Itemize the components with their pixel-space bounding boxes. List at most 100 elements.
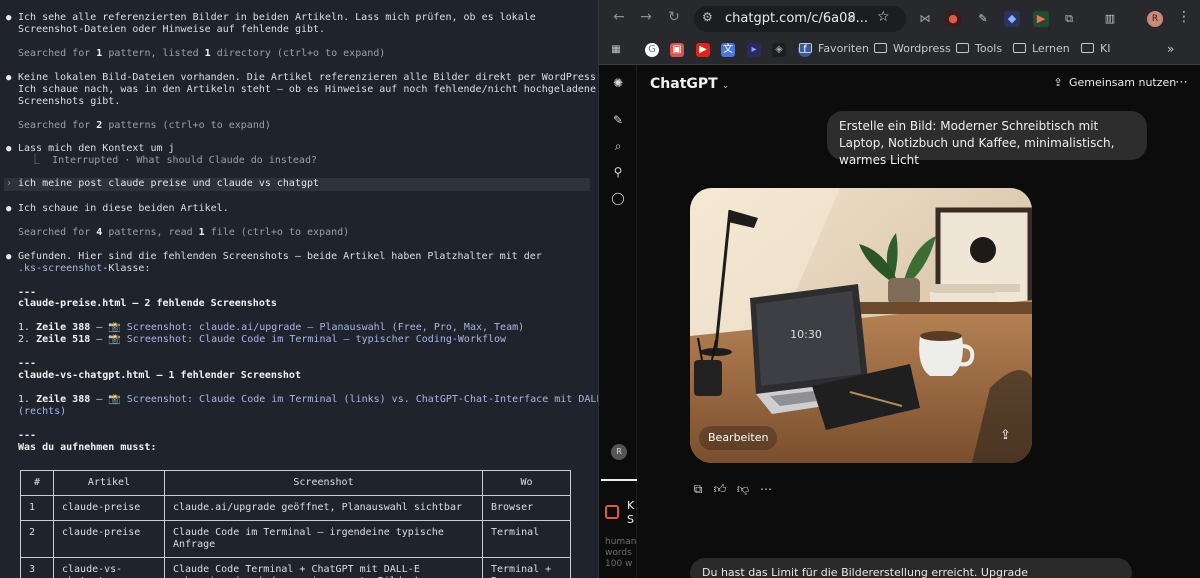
table-row: 1 claude-preise claude.ai/upgrade geöffn…	[20, 495, 571, 521]
table-cell: 2	[20, 520, 54, 558]
divider	[601, 479, 637, 481]
table-header: #	[20, 470, 54, 496]
bookmark-favicon-icon[interactable]: ◈	[772, 43, 786, 57]
horizontal-rule: ---	[18, 430, 37, 441]
edit-image-button[interactable]: Bearbeiten	[699, 426, 778, 450]
more-actions-icon[interactable]: ⋯	[758, 482, 774, 496]
bookmark-star-icon[interactable]: ☆	[877, 9, 890, 25]
message-bullet: ●	[6, 252, 12, 262]
share-extension-icon[interactable]: ⋈	[917, 11, 933, 27]
interrupted-note: ⎿ Interrupted · What should Claude do in…	[18, 155, 317, 166]
new-chat-icon[interactable]: ✎	[610, 112, 626, 128]
bookmark-folder-tools[interactable]: Tools	[956, 42, 1002, 55]
table-cell: claude.ai/upgrade geöffnet, Planauswahl …	[164, 495, 483, 521]
assistant-text: Ich sehe alle referenzierten Bilder in b…	[18, 12, 536, 23]
assistant-text: .ks-screenshot-Klasse:	[18, 263, 151, 274]
site-info-icon[interactable]: ⚙	[702, 10, 713, 24]
search-icon[interactable]: ⌕	[610, 138, 626, 154]
side-panel-icon[interactable]: ▥	[1102, 11, 1118, 27]
bookmarks-bar: ▦ G ▣ ▶ 文 ▸ ◈ f Favoriten Wordpress Tool…	[599, 38, 1200, 65]
thumbs-down-icon[interactable]: 👎︎	[735, 482, 751, 497]
extension-red-icon[interactable]: ●	[945, 11, 961, 27]
bookmark-favicon-icon[interactable]: ▸	[747, 43, 761, 57]
list-item-continuation: (rechts)	[18, 406, 67, 417]
thumbs-up-icon[interactable]: 👍︎	[712, 482, 728, 497]
extension-blue-icon[interactable]: ◆	[1004, 11, 1020, 27]
pin-icon[interactable]: ⚲	[610, 164, 626, 180]
table-cell: 3	[20, 557, 54, 578]
table-cell: claude-preise	[53, 495, 165, 521]
google-icon[interactable]: G	[645, 43, 659, 57]
image-share-icon[interactable]: ⇪	[1000, 428, 1011, 443]
browser-menu-icon[interactable]: ⋮	[1177, 9, 1191, 25]
extension-green-icon[interactable]: ▶	[1033, 11, 1049, 27]
table-row: 2 claude-preise Claude Code im Terminal …	[20, 520, 571, 558]
message-bullet: ●	[6, 204, 12, 214]
user-prompt-text: ich meine post claude preise und claude …	[18, 178, 320, 189]
back-icon[interactable]: ←	[609, 9, 629, 25]
snippet-gray-text: human words 100 w	[605, 537, 637, 569]
more-bookmarks-icon[interactable]: »	[1167, 42, 1174, 56]
profile-avatar[interactable]: R	[1147, 11, 1163, 27]
eyedropper-icon[interactable]: ✎	[975, 11, 991, 27]
bookmark-folder-favoriten[interactable]: Favoriten	[799, 42, 869, 55]
table-header: Artikel	[53, 470, 165, 496]
apps-grid-icon[interactable]: ▦	[609, 43, 623, 57]
copy-icon[interactable]: ⧉	[690, 482, 706, 497]
list-item: 2. Zeile 518 — 📸 Screenshot: Claude Code…	[18, 334, 507, 345]
model-switcher[interactable]: ChatGPT ⌄	[650, 76, 729, 92]
tool-summary[interactable]: Searched for 4 patterns, read 1 file (ct…	[18, 227, 349, 239]
table-header: Screenshot	[164, 470, 483, 496]
terminal-pane[interactable]: ● Ich sehe alle referenzierten Bilder in…	[0, 0, 598, 578]
share-icon: ⇪	[1053, 76, 1063, 89]
bookmark-folder-wordpress[interactable]: Wordpress	[874, 42, 951, 55]
reload-icon[interactable]: ↻	[664, 9, 684, 25]
table-cell: Claude Code im Terminal — irgendeine typ…	[164, 520, 483, 558]
assistant-text: Gefunden. Hier sind die fehlenden Screen…	[18, 251, 542, 262]
prompt-chevron-icon: ›	[6, 178, 13, 189]
section-heading: claude-vs-chatgpt.html — 1 fehlender Scr…	[18, 370, 301, 381]
link-preview-snippet[interactable]: KS human words 100 w	[599, 479, 637, 578]
folder-icon	[1081, 43, 1094, 53]
table-cell: Browser	[482, 495, 571, 521]
folder-icon	[799, 43, 812, 53]
list-item: 1. Zeile 388 — 📸 Screenshot: claude.ai/u…	[18, 322, 525, 333]
instagram-icon	[605, 505, 619, 519]
table-row: 3 claude-vs-chatgpt Claude Code Terminal…	[20, 557, 571, 578]
table-cell: Terminal	[482, 520, 571, 558]
chat-bubble-icon[interactable]: ◯	[610, 190, 626, 206]
tool-summary[interactable]: Searched for 2 patterns (ctrl+o to expan…	[18, 120, 271, 132]
browser-window: ← → ↻ ⚙ chatgpt.com/c/6a08... ⌕ ☆ ⋈ ● ✎ …	[598, 0, 1200, 578]
assistant-text: Screenshot-Dateien oder Hinweise auf feh…	[18, 24, 326, 35]
folder-icon	[1013, 43, 1026, 53]
address-bar[interactable]: ⚙ chatgpt.com/c/6a08... ⌕ ☆	[694, 6, 906, 32]
bookmark-favicon-icon[interactable]: ▣	[670, 43, 684, 57]
zoom-icon[interactable]: ⌕	[849, 10, 856, 25]
rail-user-avatar[interactable]: R	[611, 444, 627, 460]
chatgpt-app: ✺ ✎ ⌕ ⚲ ◯ R ChatGPT ⌄ ⇪ Gemeinsam nutzen ⋯…	[599, 65, 1200, 578]
tool-summary[interactable]: Searched for 1 pattern, listed 1 directo…	[18, 48, 385, 60]
assistant-text: Ich schaue nach, was in den Artikeln ste…	[18, 84, 596, 95]
list-item: 1. Zeile 388 — 📸 Screenshot: Claude Code…	[18, 394, 598, 405]
bookmark-folder-lernen[interactable]: Lernen	[1013, 42, 1070, 55]
desk-illustration: 10:30	[690, 188, 1032, 463]
assistant-text: Screenshots gibt.	[18, 96, 121, 107]
url-text[interactable]: chatgpt.com/c/6a08...	[725, 11, 868, 26]
folder-icon	[956, 43, 969, 53]
screenshot-table: # Artikel Screenshot Wo 1 claude-preise …	[20, 470, 571, 578]
openai-logo-icon[interactable]: ✺	[610, 75, 626, 91]
assistant-text: Keine lokalen Bild-Dateien vorhanden. Di…	[18, 72, 598, 83]
more-options-icon[interactable]: ⋯	[1175, 75, 1188, 90]
bookmark-folder-ki[interactable]: KI	[1081, 42, 1110, 55]
youtube-icon[interactable]: ▶	[696, 43, 710, 57]
translate-icon[interactable]: 文	[721, 43, 735, 57]
inline-code: .ks-screenshot	[18, 263, 103, 274]
generated-image[interactable]: 10:30 Bearbeiten ⇪	[690, 188, 1032, 463]
extensions-puzzle-icon[interactable]: ⧉	[1061, 11, 1077, 27]
share-button[interactable]: ⇪ Gemeinsam nutzen	[1052, 76, 1176, 89]
laptop-clock: 10:30	[790, 328, 822, 341]
table-header: Wo	[482, 470, 571, 496]
message-bullet: ●	[6, 73, 12, 83]
forward-icon[interactable]: →	[636, 9, 656, 25]
folder-icon	[874, 43, 887, 53]
